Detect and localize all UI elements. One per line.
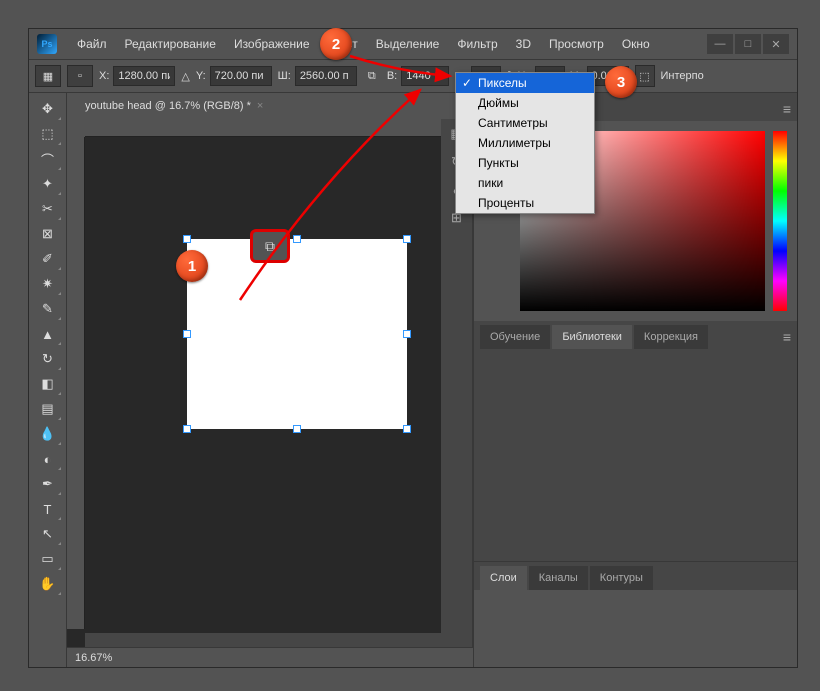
tab-title: youtube head @ 16.7% (RGB/8) * (85, 100, 251, 112)
panel-menu-icon[interactable]: ≡ (783, 101, 791, 117)
marker-3: 3 (605, 66, 637, 98)
transform-handle-bm[interactable] (293, 425, 301, 433)
menu-image[interactable]: Изображение (226, 33, 318, 55)
brush-tool[interactable]: ✎ (34, 297, 62, 321)
tool-preset-icon[interactable]: ▦ (35, 65, 61, 87)
marker-1: 1 (176, 250, 208, 282)
menu-file[interactable]: Файл (69, 33, 115, 55)
tab-learn[interactable]: Обучение (480, 325, 550, 349)
titlebar: Ps Файл Редактирование Изображение Текст… (29, 29, 797, 59)
tab-paths[interactable]: Контуры (590, 566, 653, 590)
h-label: В: (387, 70, 397, 82)
history-brush-tool[interactable]: ↻ (34, 347, 62, 371)
warp-icon[interactable]: ⬚ (635, 65, 655, 87)
app-logo: Ps (37, 34, 57, 54)
transform-handle-bl[interactable] (183, 425, 191, 433)
type-tool[interactable]: T (34, 497, 62, 521)
shape-tool[interactable]: ▭ (34, 547, 62, 571)
crop-tool[interactable]: ✂ (34, 197, 62, 221)
move-tool[interactable]: ✥ (34, 97, 62, 121)
app-window: Ps Файл Редактирование Изображение Текст… (28, 28, 798, 668)
ref-point-picker[interactable]: ▫ (67, 65, 93, 87)
unit-percent[interactable]: Проценты (456, 193, 594, 213)
workspace: ✥ ⬚ ⌒ ✦ ✂ ⊠ ✐ ✷ ✎ ▲ ↻ ◧ ▤ 💧 ◐ ✒ T ↖ ▭ ✋ … (29, 93, 797, 667)
menu-select[interactable]: Выделение (368, 33, 448, 55)
reference-point-overlay[interactable]: ⧉ (250, 229, 290, 263)
window-controls: — □ ✕ (707, 34, 789, 54)
transform-handle-tr[interactable] (403, 235, 411, 243)
canvas-area: youtube head @ 16.7% (RGB/8) * × (67, 93, 473, 667)
document-tab[interactable]: youtube head @ 16.7% (RGB/8) * × (77, 96, 271, 116)
h-input[interactable] (401, 66, 449, 86)
link-icon: ⧉ (265, 238, 275, 255)
unit-pixels[interactable]: ✓Пикселы (456, 73, 594, 93)
minimize-button[interactable]: — (707, 34, 733, 54)
w-input[interactable] (295, 66, 357, 86)
hand-tool[interactable]: ✋ (34, 572, 62, 596)
canvas[interactable] (187, 239, 407, 429)
menu-3d[interactable]: 3D (508, 33, 539, 55)
path-select-tool[interactable]: ↖ (34, 522, 62, 546)
w-label: Ш: (278, 70, 291, 82)
eraser-tool[interactable]: ◧ (34, 372, 62, 396)
lasso-tool[interactable]: ⌒ (34, 147, 62, 171)
tab-channels[interactable]: Каналы (529, 566, 588, 590)
pen-tool[interactable]: ✒ (34, 472, 62, 496)
delta-icon[interactable]: △ (181, 70, 189, 83)
transform-handle-br[interactable] (403, 425, 411, 433)
link-icon[interactable]: ⧉ (363, 67, 381, 85)
quick-select-tool[interactable]: ✦ (34, 172, 62, 196)
ruler-horizontal[interactable] (85, 119, 455, 137)
transform-handle-mr[interactable] (403, 330, 411, 338)
marquee-tool[interactable]: ⬚ (34, 122, 62, 146)
y-input[interactable] (210, 66, 272, 86)
y-label: Y: (196, 70, 206, 82)
mid-panels: Обучение Библиотеки Коррекция ≡ (474, 321, 797, 561)
canvas-viewport[interactable]: ⧉ (67, 119, 473, 647)
tab-libraries[interactable]: Библиотеки (552, 325, 632, 349)
blur-tool[interactable]: 💧 (34, 422, 62, 446)
panel-menu-icon[interactable]: ≡ (783, 329, 791, 345)
units-dropdown: ✓Пикселы Дюймы Сантиметры Миллиметры Пун… (455, 72, 595, 214)
menu-filter[interactable]: Фильтр (449, 33, 505, 55)
bottom-panels: Слои Каналы Контуры (474, 561, 797, 589)
status-bar: 16.67% (67, 647, 473, 667)
dodge-tool[interactable]: ◐ (34, 447, 62, 471)
eyedropper-tool[interactable]: ✐ (34, 247, 62, 271)
marker-2: 2 (320, 28, 352, 60)
ruler-corner (67, 119, 85, 137)
healing-tool[interactable]: ✷ (34, 272, 62, 296)
options-bar: ▦ ▫ X: △ Y: Ш: ⧉ В: ∠ ° Н: V: ⬚ Интерпо (29, 59, 797, 93)
frame-tool[interactable]: ⊠ (34, 222, 62, 246)
x-input[interactable] (113, 66, 175, 86)
maximize-button[interactable]: □ (735, 34, 761, 54)
unit-inches[interactable]: Дюймы (456, 93, 594, 113)
menu-edit[interactable]: Редактирование (117, 33, 224, 55)
ruler-vertical[interactable] (67, 137, 85, 629)
toolbar: ✥ ⬚ ⌒ ✦ ✂ ⊠ ✐ ✷ ✎ ▲ ↻ ◧ ▤ 💧 ◐ ✒ T ↖ ▭ ✋ (29, 93, 67, 667)
check-icon: ✓ (462, 76, 472, 90)
unit-picas[interactable]: пики (456, 173, 594, 193)
transform-handle-ml[interactable] (183, 330, 191, 338)
menu-bar: Файл Редактирование Изображение Текст Вы… (69, 33, 707, 55)
close-button[interactable]: ✕ (763, 34, 789, 54)
tab-close-icon[interactable]: × (257, 100, 263, 112)
unit-mm[interactable]: Миллиметры (456, 133, 594, 153)
tab-corrections[interactable]: Коррекция (634, 325, 708, 349)
hue-slider[interactable] (773, 131, 787, 311)
gradient-tool[interactable]: ▤ (34, 397, 62, 421)
scrollbar-horizontal[interactable] (85, 633, 455, 647)
document-tabs: youtube head @ 16.7% (RGB/8) * × (67, 93, 473, 119)
interp-label: Интерпо (661, 70, 704, 82)
transform-handle-tl[interactable] (183, 235, 191, 243)
tab-layers[interactable]: Слои (480, 566, 527, 590)
menu-window[interactable]: Окно (614, 33, 658, 55)
unit-cm[interactable]: Сантиметры (456, 113, 594, 133)
zoom-level[interactable]: 16.67% (75, 652, 112, 664)
transform-handle-tm[interactable] (293, 235, 301, 243)
unit-points[interactable]: Пункты (456, 153, 594, 173)
x-label: X: (99, 70, 109, 82)
stamp-tool[interactable]: ▲ (34, 322, 62, 346)
menu-view[interactable]: Просмотр (541, 33, 612, 55)
